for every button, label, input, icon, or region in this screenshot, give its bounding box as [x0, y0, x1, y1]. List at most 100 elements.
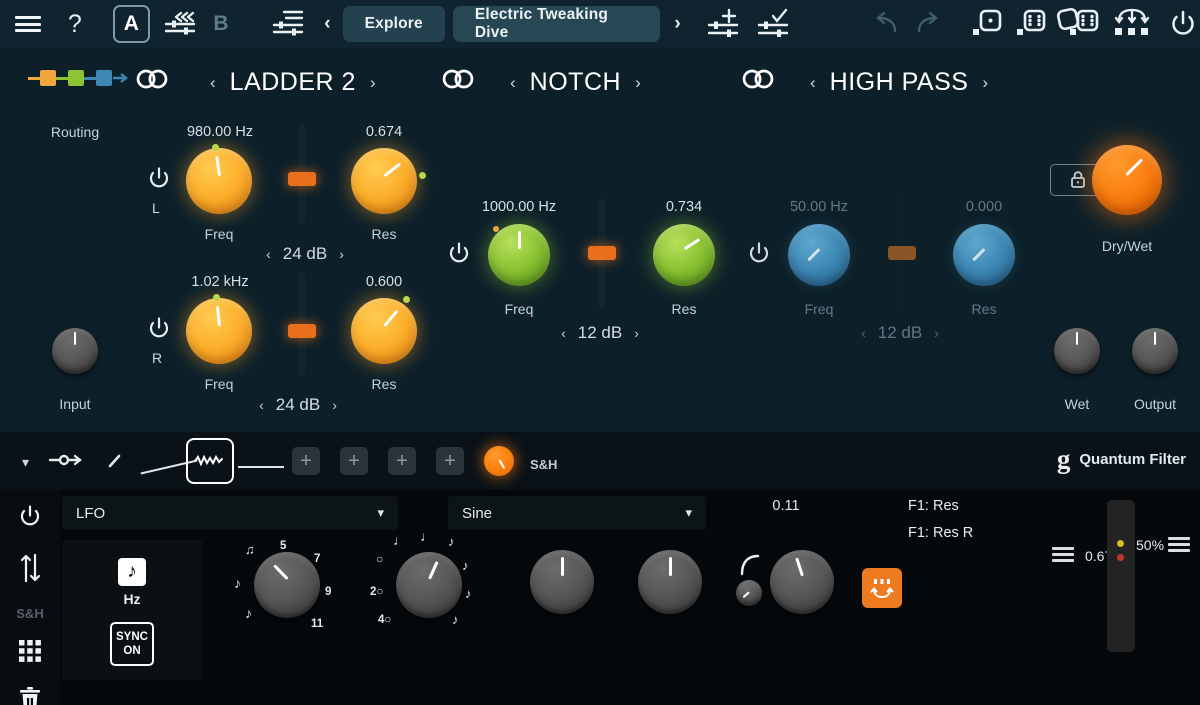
- slot2-slope-slider[interactable]: [598, 198, 605, 308]
- slot3-next-button[interactable]: ›: [982, 73, 988, 93]
- slot3-slope-next[interactable]: ›: [934, 325, 939, 341]
- slot3-slope-thumb[interactable]: [888, 246, 916, 260]
- mod-slot-selected[interactable]: [186, 438, 234, 484]
- slot3-res-knob[interactable]: [953, 224, 1015, 286]
- slot1-next-button[interactable]: ›: [370, 73, 376, 93]
- slot3-name[interactable]: HIGH PASS: [830, 68, 969, 97]
- explore-button[interactable]: Explore: [343, 6, 445, 42]
- slot3-slope-slider[interactable]: [898, 198, 905, 308]
- add-mod-slot-2[interactable]: +: [388, 447, 416, 475]
- slot-b-button[interactable]: B: [208, 7, 235, 41]
- slot1-prev-button[interactable]: ‹: [210, 73, 216, 93]
- type-knob[interactable]: [254, 552, 320, 618]
- slot3-freq-knob[interactable]: [788, 224, 850, 286]
- slot1-right-res-value: 0.600: [328, 274, 440, 290]
- slot1-right-slope-slider[interactable]: [298, 272, 305, 376]
- mod-matrix-icon[interactable]: [862, 568, 902, 608]
- slot3-prev-button[interactable]: ‹: [810, 73, 816, 93]
- amount-small-knob[interactable]: [736, 580, 762, 606]
- slot2-power-icon[interactable]: [446, 241, 472, 272]
- depth-menu-icon[interactable]: [1052, 547, 1074, 562]
- sync-toggle-button[interactable]: SYNC ON: [110, 622, 154, 666]
- skew-knob[interactable]: [638, 550, 702, 614]
- mod-destination-2[interactable]: F1: Res R: [908, 525, 973, 541]
- dice-six-icon[interactable]: [1014, 6, 1052, 42]
- sh-knob-icon[interactable]: [484, 446, 514, 476]
- division-knob[interactable]: [396, 552, 462, 618]
- bipolar-arrows-icon[interactable]: [18, 553, 42, 588]
- slot1-right-freq-knob[interactable]: [186, 298, 252, 364]
- slot1-left-slope-slider[interactable]: [298, 124, 305, 224]
- dice-one-icon[interactable]: [970, 6, 1008, 42]
- plugin-window: ? A B: [0, 0, 1200, 705]
- division-tick-2: 2○: [370, 586, 383, 598]
- slot2-stereo-link-icon[interactable]: [440, 68, 476, 90]
- slot2-freq-knob[interactable]: [488, 224, 550, 286]
- drywet-knob[interactable]: [1092, 145, 1162, 215]
- slot1-left-freq-knob[interactable]: [186, 148, 252, 214]
- slot-a-button[interactable]: A: [113, 5, 149, 43]
- slot1-right-res-knob[interactable]: [351, 298, 417, 364]
- slot1-left-power-icon[interactable]: [146, 166, 172, 197]
- routing-label: Routing: [30, 124, 120, 140]
- slot1-right-slope-prev[interactable]: ‹: [259, 397, 264, 413]
- input-knob[interactable]: [52, 328, 98, 374]
- add-preset-icon[interactable]: [703, 6, 745, 42]
- slot1-right-slope-thumb[interactable]: [288, 324, 316, 338]
- grid-icon[interactable]: [18, 639, 42, 668]
- lfo-source-select[interactable]: LFO ▾: [62, 496, 398, 530]
- output-knob[interactable]: [1132, 328, 1178, 374]
- add-mod-slot-3[interactable]: +: [340, 447, 368, 475]
- slot2-name[interactable]: NOTCH: [530, 68, 621, 97]
- slot3-power-icon[interactable]: [746, 241, 772, 272]
- slot2-slope-prev[interactable]: ‹: [561, 325, 566, 341]
- slot1-left-slope-thumb[interactable]: [288, 172, 316, 186]
- slot1-right-power-icon[interactable]: [146, 316, 172, 347]
- amount-knob[interactable]: [770, 550, 834, 614]
- mod-route-icon[interactable]: [48, 452, 86, 473]
- menu-icon[interactable]: [12, 7, 44, 41]
- lfo-wave-select[interactable]: Sine ▾: [448, 496, 706, 530]
- slot1-name[interactable]: LADDER 2: [230, 68, 356, 97]
- phase-knob[interactable]: [530, 550, 594, 614]
- add-mod-slot-1[interactable]: +: [292, 447, 320, 475]
- slot1-left-slope-next[interactable]: ›: [339, 246, 344, 262]
- pencil-icon[interactable]: [106, 452, 124, 475]
- preset-list-icon[interactable]: [268, 6, 310, 42]
- lfo-power-icon[interactable]: [17, 504, 43, 535]
- preset-prev-button[interactable]: ‹: [324, 13, 330, 35]
- copy-a-to-b-icon[interactable]: [160, 7, 200, 41]
- slot1-left-slope-prev[interactable]: ‹: [266, 246, 271, 262]
- explore-label: Explore: [365, 15, 423, 33]
- note-icon[interactable]: ♪: [118, 558, 146, 586]
- slot2-slope-next[interactable]: ›: [634, 325, 639, 341]
- trash-icon[interactable]: [18, 686, 42, 705]
- meter-menu-icon[interactable]: [1168, 537, 1190, 552]
- wet-knob[interactable]: [1054, 328, 1100, 374]
- help-icon[interactable]: ?: [60, 7, 89, 41]
- slot2-next-button[interactable]: ›: [635, 73, 641, 93]
- slot2-res-knob[interactable]: [653, 224, 715, 286]
- mod-destination-1[interactable]: F1: Res: [908, 498, 959, 514]
- slot3-stereo-link-icon[interactable]: [740, 68, 776, 90]
- preset-next-button[interactable]: ›: [674, 13, 680, 35]
- slot1-left-res-knob[interactable]: [351, 148, 417, 214]
- confirm-preset-icon[interactable]: [753, 6, 795, 42]
- chevron-down-icon[interactable]: ▾: [22, 454, 29, 471]
- preset-name-button[interactable]: Electric Tweaking Dive: [453, 6, 661, 42]
- type-tick-9: 9: [325, 586, 331, 598]
- power-icon[interactable]: [1166, 6, 1200, 42]
- slot1-right-slope-next[interactable]: ›: [332, 397, 337, 413]
- randomize-spread-icon[interactable]: [1110, 6, 1154, 42]
- slot3-slope-prev[interactable]: ‹: [861, 325, 866, 341]
- redo-icon[interactable]: [911, 7, 943, 41]
- slot2-slope-thumb[interactable]: [588, 246, 616, 260]
- slot1-stereo-link-icon[interactable]: [134, 68, 170, 90]
- add-mod-slot-4[interactable]: +: [436, 447, 464, 475]
- routing-chain-icon[interactable]: [28, 70, 129, 86]
- undo-icon[interactable]: [871, 7, 903, 41]
- meter-percent: 50%: [1136, 537, 1164, 553]
- mod-depth-meter[interactable]: [1107, 500, 1135, 652]
- double-dice-icon[interactable]: [1056, 6, 1106, 42]
- slot2-prev-button[interactable]: ‹: [510, 73, 516, 93]
